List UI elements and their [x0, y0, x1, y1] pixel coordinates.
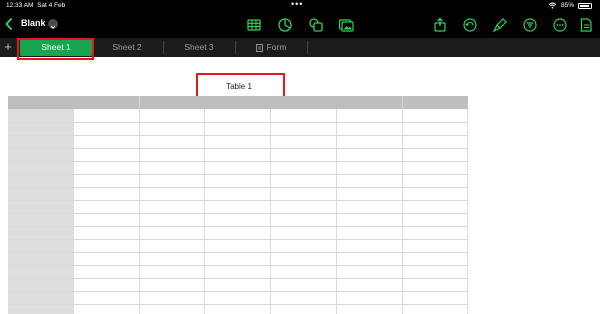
tab-divider	[163, 41, 164, 54]
column-gridline	[139, 109, 140, 314]
chart-icon[interactable]	[277, 17, 293, 33]
row-gridline	[8, 148, 468, 149]
format-brush-icon[interactable]	[492, 17, 508, 33]
media-icon[interactable]	[338, 17, 354, 33]
tab-sheet-2[interactable]: Sheet 2	[94, 39, 160, 56]
battery-icon	[578, 2, 592, 9]
status-time-date: 12:33 AM Sat 4 Feb	[6, 2, 66, 9]
filter-icon[interactable]	[522, 17, 538, 33]
tab-form-label: Form	[266, 42, 287, 52]
row-gridline	[8, 304, 468, 305]
tab-divider	[235, 41, 236, 54]
row-gridline	[8, 213, 468, 214]
document-title[interactable]: Blank	[21, 18, 46, 28]
column-gridline	[270, 109, 271, 314]
row-gridline	[8, 252, 468, 253]
column-gridline	[204, 109, 205, 314]
undo-icon[interactable]	[462, 17, 478, 33]
document-icon[interactable]	[578, 17, 594, 33]
wifi-icon	[548, 2, 557, 9]
column-gridline	[73, 109, 74, 314]
column-header-row[interactable]	[8, 96, 468, 109]
row-gridline	[8, 161, 468, 162]
status-bar: 12:33 AM Sat 4 Feb ••• 85%	[0, 0, 600, 12]
row-gridline	[8, 200, 468, 201]
table-icon[interactable]	[246, 17, 262, 33]
row-gridline	[8, 265, 468, 266]
row-gridline	[8, 122, 468, 123]
multitasking-dots[interactable]: •••	[291, 0, 303, 9]
share-icon[interactable]	[432, 17, 448, 33]
row-gridline	[8, 239, 468, 240]
title-menu-chevron-icon[interactable]	[48, 19, 58, 29]
column-gridline	[402, 109, 403, 314]
status-right: 85%	[548, 2, 592, 9]
tab-divider	[307, 41, 308, 54]
form-icon	[255, 43, 263, 52]
row-gridline	[8, 291, 468, 292]
column-header-divider	[139, 96, 140, 109]
row-gridline	[8, 187, 468, 188]
battery-percent: 85%	[560, 2, 574, 9]
shapes-icon[interactable]	[308, 17, 324, 33]
column-gridline	[467, 109, 468, 314]
row-header-column[interactable]	[8, 109, 73, 314]
row-gridline	[8, 135, 468, 136]
row-gridline	[8, 226, 468, 227]
tab-sheet-3[interactable]: Sheet 3	[166, 39, 232, 56]
active-tab-highlight	[17, 38, 94, 60]
tab-form[interactable]: Form	[238, 39, 304, 56]
toolbar: Blank	[0, 12, 600, 38]
column-gridline	[336, 109, 337, 314]
back-chevron-icon[interactable]	[4, 17, 14, 31]
add-sheet-button[interactable]: +	[2, 38, 14, 57]
more-icon[interactable]	[552, 17, 568, 33]
column-header-divider	[402, 96, 403, 109]
row-gridline	[8, 278, 468, 279]
row-gridline	[8, 174, 468, 175]
